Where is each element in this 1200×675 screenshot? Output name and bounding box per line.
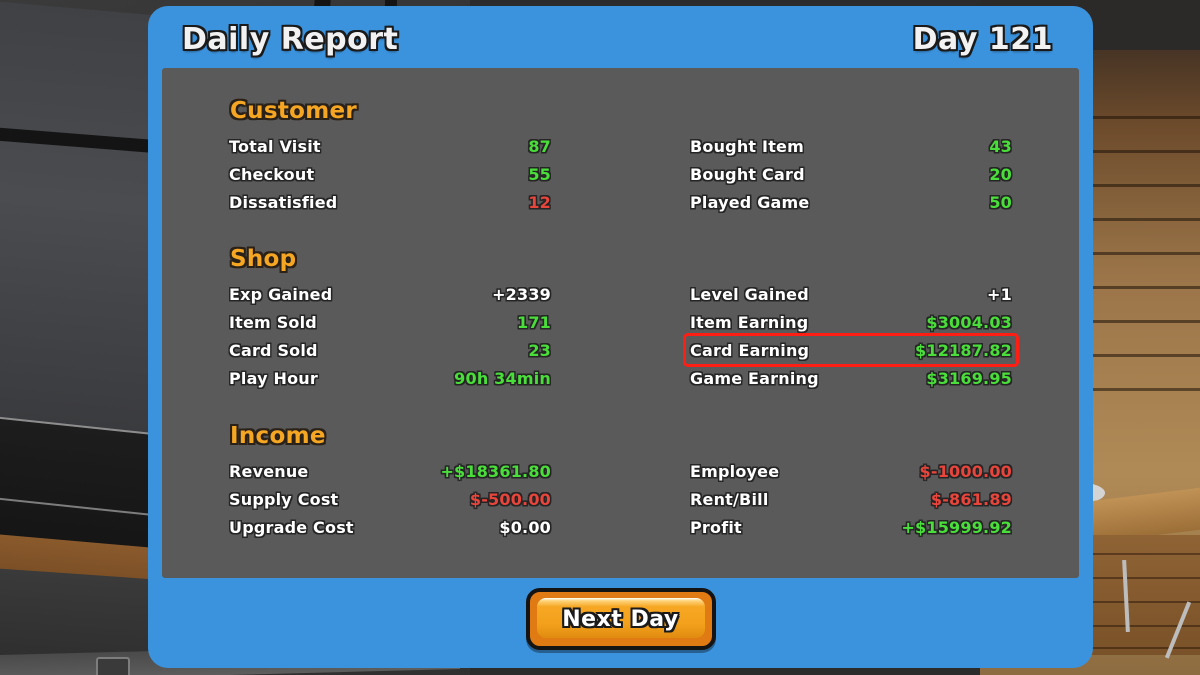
- shop-left-column: Exp Gained +2339 Item Sold 171 Card Sold…: [225, 280, 555, 392]
- row-value: 12: [528, 192, 551, 212]
- section-title-shop: Shop: [230, 246, 297, 272]
- report-body: Customer Total Visit 87 Checkout 55 Diss…: [162, 68, 1079, 578]
- daily-report-dialog: Daily Report Day 121 Customer Total Visi…: [148, 6, 1093, 668]
- table-row: Bought Card 20: [686, 160, 1016, 188]
- row-value: 20: [989, 164, 1012, 184]
- section-title-customer: Customer: [230, 98, 358, 124]
- row-label: Dissatisfied: [229, 192, 338, 212]
- table-row: Item Earning $3004.03: [686, 308, 1016, 336]
- table-row: Card Sold 23: [225, 336, 555, 364]
- next-day-button-label: Next Day: [562, 606, 679, 632]
- row-label: Card Sold: [229, 340, 318, 360]
- row-label: Rent/Bill: [690, 489, 769, 509]
- day-counter: Day 121: [912, 22, 1053, 57]
- row-value: $-500.00: [469, 489, 551, 509]
- row-label: Bought Item: [690, 136, 804, 156]
- customer-left-column: Total Visit 87 Checkout 55 Dissatisfied …: [225, 132, 555, 216]
- row-value: $3004.03: [926, 312, 1012, 332]
- row-label: Bought Card: [690, 164, 805, 184]
- row-value: +$15999.92: [901, 517, 1012, 537]
- background-bottom-object: [96, 657, 130, 675]
- dialog-footer: Next Day: [148, 588, 1093, 650]
- row-value: 90h 34min: [454, 368, 551, 388]
- row-value: +$18361.80: [440, 461, 551, 481]
- table-row: Item Sold 171: [225, 308, 555, 336]
- row-label: Item Sold: [229, 312, 317, 332]
- income-left-column: Revenue +$18361.80 Supply Cost $-500.00 …: [225, 457, 555, 541]
- table-row: Checkout 55: [225, 160, 555, 188]
- customer-right-column: Bought Item 43 Bought Card 20 Played Gam…: [686, 132, 1016, 216]
- row-value: +2339: [492, 284, 551, 304]
- row-label: Played Game: [690, 192, 810, 212]
- row-value: 50: [989, 192, 1012, 212]
- row-value: 43: [989, 136, 1012, 156]
- row-label: Profit: [690, 517, 742, 537]
- table-row: Level Gained +1: [686, 280, 1016, 308]
- row-value: 171: [517, 312, 551, 332]
- table-row: Exp Gained +2339: [225, 280, 555, 308]
- row-label: Game Earning: [690, 368, 819, 388]
- row-label: Card Earning: [690, 340, 810, 360]
- row-label: Revenue: [229, 461, 309, 481]
- row-label: Checkout: [229, 164, 315, 184]
- row-value: 55: [528, 164, 551, 184]
- row-value: +1: [987, 284, 1012, 304]
- row-label: Exp Gained: [229, 284, 333, 304]
- income-right-column: Employee $-1000.00 Rent/Bill $-861.89 Pr…: [686, 457, 1016, 541]
- row-label: Item Earning: [690, 312, 809, 332]
- row-label: Supply Cost: [229, 489, 339, 509]
- row-label: Employee: [690, 461, 780, 481]
- row-value: 87: [528, 136, 551, 156]
- table-row: Revenue +$18361.80: [225, 457, 555, 485]
- table-row: Played Game 50: [686, 188, 1016, 216]
- row-label: Play Hour: [229, 368, 318, 388]
- row-label: Level Gained: [690, 284, 809, 304]
- game-screen: Daily Report Day 121 Customer Total Visi…: [0, 0, 1200, 675]
- row-value: $-861.89: [930, 489, 1012, 509]
- next-day-button[interactable]: Next Day: [525, 588, 716, 650]
- table-row: Profit +$15999.92: [686, 513, 1016, 541]
- section-title-income: Income: [230, 423, 326, 449]
- row-value: $12187.82: [915, 340, 1012, 360]
- table-row: Game Earning $3169.95: [686, 364, 1016, 392]
- row-value: $3169.95: [926, 368, 1012, 388]
- row-value: $-1000.00: [919, 461, 1012, 481]
- row-value: $0.00: [499, 517, 551, 537]
- page-title: Daily Report: [182, 22, 399, 57]
- table-row: Bought Item 43: [686, 132, 1016, 160]
- table-row: Total Visit 87: [225, 132, 555, 160]
- highlighted-row-card-earning: Card Earning $12187.82: [683, 333, 1019, 367]
- table-row: Supply Cost $-500.00: [225, 485, 555, 513]
- row-label: Upgrade Cost: [229, 517, 354, 537]
- row-value: 23: [528, 340, 551, 360]
- row-label: Total Visit: [229, 136, 321, 156]
- shop-right-column: Level Gained +1 Item Earning $3004.03 Ca…: [683, 280, 1019, 392]
- table-row: Employee $-1000.00: [686, 457, 1016, 485]
- table-row: Play Hour 90h 34min: [225, 364, 555, 392]
- table-row: Dissatisfied 12: [225, 188, 555, 216]
- table-row: Rent/Bill $-861.89: [686, 485, 1016, 513]
- dialog-header: Daily Report Day 121: [148, 6, 1093, 68]
- table-row: Upgrade Cost $0.00: [225, 513, 555, 541]
